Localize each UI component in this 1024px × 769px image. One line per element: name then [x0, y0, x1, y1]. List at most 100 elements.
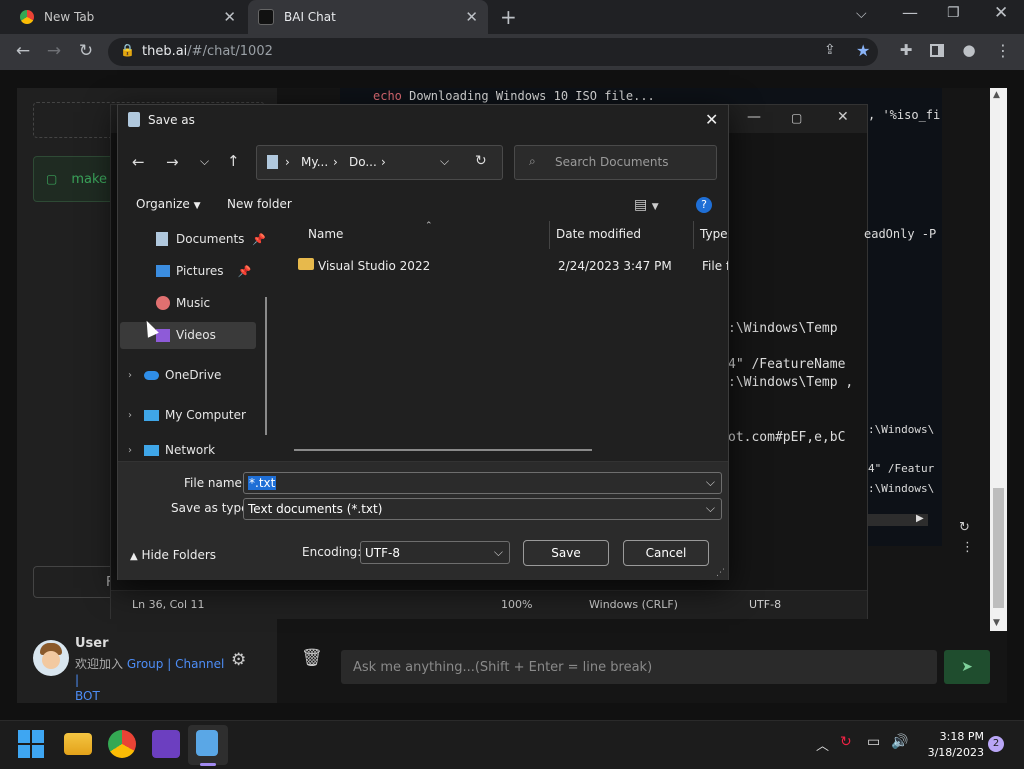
file-list-hscroll[interactable] — [294, 449, 592, 451]
restore-icon[interactable]: ❐ — [947, 5, 960, 21]
clock[interactable]: 3:18 PM 3/18/2023 — [914, 729, 984, 761]
volume-icon[interactable]: 🔊 — [891, 734, 908, 750]
scroll-down-icon[interactable]: ▼ — [993, 618, 1000, 628]
forward-icon[interactable]: → — [43, 41, 65, 61]
tab-bai-chat[interactable]: BAI Chat ✕ — [248, 0, 488, 34]
new-tab-button[interactable]: + — [500, 5, 517, 29]
tab-search-icon[interactable]: ⌵ — [856, 6, 867, 22]
nav-forward-icon[interactable]: → — [166, 153, 179, 171]
column-header-name[interactable]: Name — [308, 227, 343, 241]
search-input[interactable]: Search Documents — [555, 155, 668, 169]
notepad-taskbar-icon[interactable] — [196, 730, 218, 756]
encoding-select[interactable]: UTF-8 ⌵ — [360, 541, 510, 564]
page-scrollbar[interactable]: ▲ ▼ — [990, 88, 1007, 631]
save-button[interactable]: Save — [523, 540, 609, 566]
column-divider — [549, 221, 550, 249]
column-header-date[interactable]: Date modified — [556, 227, 641, 241]
notification-badge[interactable]: 2 — [988, 736, 1004, 752]
file-name-input[interactable]: *.txt ⌵ — [243, 472, 722, 494]
code-hscroll[interactable]: ▶ — [868, 513, 928, 526]
network-icon — [144, 444, 159, 456]
breadcrumb-item[interactable]: My... — [301, 155, 328, 169]
profile-icon[interactable]: ● — [958, 41, 980, 59]
nav-my-computer[interactable]: › My Computer — [128, 402, 268, 428]
organize-button[interactable]: Organize ▼ — [136, 197, 201, 211]
nav-music[interactable]: Music — [156, 290, 296, 316]
nav-scrollbar[interactable] — [265, 297, 267, 435]
new-folder-button[interactable]: New folder — [227, 197, 292, 211]
url-host: theb.ai — [142, 44, 188, 59]
nav-onedrive[interactable]: › OneDrive — [128, 362, 268, 388]
nav-up-icon[interactable]: ↑ — [227, 152, 240, 170]
status-line-ending[interactable]: Windows (CRLF) — [589, 598, 678, 611]
minimize-icon[interactable]: — — [902, 3, 918, 22]
column-header-type[interactable]: Type — [700, 227, 728, 241]
address-breadcrumb[interactable]: › My... › Do... › ⌵ ↻ — [256, 145, 503, 180]
share-icon[interactable]: ⇪ — [824, 42, 836, 58]
chrome-taskbar-icon[interactable] — [108, 730, 136, 758]
resize-grip-icon[interactable]: ⋰ — [716, 568, 725, 578]
send-button[interactable]: ➤ — [944, 650, 990, 684]
settings-gear-icon[interactable]: ⚙ — [231, 650, 246, 670]
cancel-button[interactable]: Cancel — [623, 540, 709, 566]
reload-icon[interactable]: ↻ — [75, 41, 97, 61]
show-hidden-icons-icon[interactable]: ︿ — [816, 735, 829, 754]
side-panel-icon[interactable] — [930, 44, 944, 57]
chat-input[interactable]: Ask me anything...(Shift + Enter = line … — [341, 650, 937, 684]
notepad-statusbar: Ln 36, Col 11 100% Windows (CRLF) UTF-8 — [111, 590, 867, 619]
computer-icon — [144, 409, 159, 421]
hide-folders-button[interactable]: ▲ Hide Folders — [130, 548, 216, 562]
tab-new-tab[interactable]: New Tab ✕ — [10, 0, 246, 34]
recent-locations-icon[interactable]: ⌵ — [200, 154, 209, 169]
breadcrumb-sep: › — [285, 155, 290, 169]
nav-pictures[interactable]: Pictures 📌 — [156, 258, 296, 284]
regenerate-icon[interactable]: ↻ — [959, 520, 970, 535]
status-zoom[interactable]: 100% — [501, 598, 532, 611]
scroll-thumb[interactable] — [993, 488, 1004, 608]
chevron-down-icon[interactable]: ⌵ — [706, 501, 715, 516]
dialog-close-icon[interactable]: ✕ — [705, 110, 718, 129]
refresh-icon[interactable]: ↻ — [475, 153, 487, 169]
breadcrumb-item[interactable]: Do... — [349, 155, 377, 169]
view-options-icon[interactable]: ▤ ▼ — [634, 197, 659, 213]
visual-studio-icon[interactable] — [152, 730, 180, 758]
notepad-close-icon[interactable]: ✕ — [837, 109, 849, 125]
link-separator: | — [75, 673, 80, 687]
extensions-icon[interactable]: ✚ — [895, 41, 917, 59]
address-dropdown-icon[interactable]: ⌵ — [440, 154, 449, 169]
group-link[interactable]: Group — [127, 657, 164, 671]
close-tab-icon[interactable]: ✕ — [223, 8, 236, 26]
scroll-up-icon[interactable]: ▲ — [993, 90, 1000, 100]
notepad-maximize-icon[interactable]: ▢ — [791, 111, 802, 125]
save-type-select[interactable]: Text documents (*.txt) ⌵ — [243, 498, 722, 520]
pin-icon: 📌 — [252, 232, 267, 246]
nav-back-icon[interactable]: ← — [132, 153, 145, 171]
channel-link[interactable]: Channel — [175, 657, 224, 671]
nav-videos[interactable]: Videos — [156, 322, 296, 348]
nav-documents[interactable]: Documents 📌 — [156, 226, 296, 252]
file-row[interactable]: Visual Studio 2022 2/24/2023 3:47 PM Fil… — [294, 251, 728, 279]
chevron-down-icon[interactable]: ⌵ — [494, 545, 503, 560]
chevron-down-icon[interactable]: ⌵ — [706, 475, 715, 490]
start-icon[interactable] — [18, 730, 46, 758]
bookmark-star-icon[interactable]: ★ — [856, 41, 870, 60]
clock-date: 3/18/2023 — [927, 746, 984, 759]
close-window-icon[interactable]: ✕ — [994, 3, 1008, 23]
status-encoding[interactable]: UTF-8 — [749, 598, 781, 611]
scroll-right-icon[interactable]: ▶ — [916, 513, 924, 524]
menu-icon[interactable]: ⋮ — [992, 41, 1014, 60]
close-tab-icon[interactable]: ✕ — [465, 8, 478, 26]
nav-network[interactable]: › Network — [128, 442, 268, 458]
notepad-minimize-icon[interactable]: — — [747, 109, 761, 125]
delete-chat-icon[interactable]: 🗑 — [301, 648, 323, 668]
network-tray-icon[interactable]: ▭ — [867, 734, 880, 750]
file-explorer-icon[interactable] — [64, 733, 92, 755]
back-icon[interactable]: ← — [12, 41, 34, 61]
address-bar[interactable]: 🔒 theb.ai/#/chat/1002 ⇪ ★ — [108, 38, 878, 66]
notepad-app-icon — [128, 112, 140, 127]
bot-link[interactable]: BOT — [75, 689, 100, 703]
search-box[interactable]: ⌕ Search Documents — [514, 145, 717, 180]
help-icon[interactable]: ? — [696, 197, 712, 213]
sync-icon[interactable]: ↻ — [840, 734, 852, 750]
more-options-icon[interactable]: ⋮ — [961, 540, 974, 555]
